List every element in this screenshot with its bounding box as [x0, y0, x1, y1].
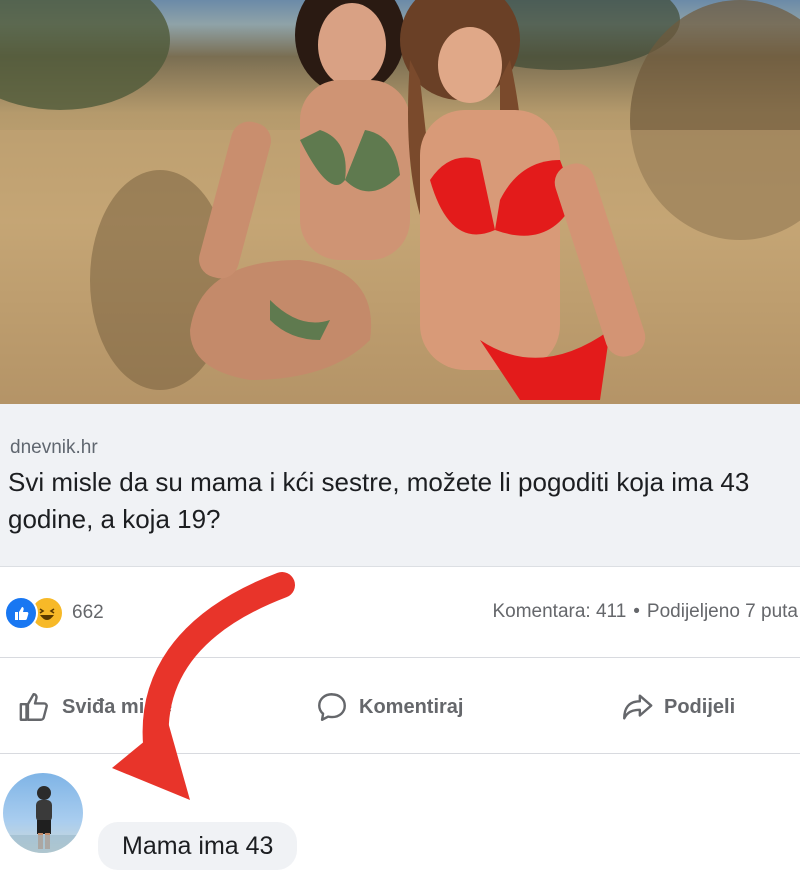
like-label: Sviđa mi se	[62, 695, 173, 718]
like-button[interactable]: Sviđa mi se	[18, 690, 172, 724]
comment-label: Komentiraj	[359, 695, 464, 718]
share-count[interactable]: Podijeljeno 7 puta	[647, 601, 798, 622]
reaction-count: 662	[72, 602, 104, 623]
post-stats-bar: 662 Komentara: 411 • Podijeljeno 7 puta	[0, 567, 800, 658]
photo-illustration	[0, 0, 800, 404]
share-button[interactable]: Podijeli	[620, 690, 735, 724]
thumbs-up-icon	[19, 693, 48, 721]
comment-bubble[interactable]: Mama ima 43	[98, 822, 298, 870]
post-actions-bar: Sviđa mi se Komentiraj Podijeli	[0, 658, 800, 754]
engagement-counts: Komentara: 411 • Podijeljeno 7 puta	[492, 601, 798, 623]
link-headline[interactable]: Svi misle da su mama i kći sestre, možet…	[8, 464, 798, 538]
comment-item: Mama ima 43	[0, 756, 800, 879]
speech-bubble-icon	[318, 693, 346, 721]
reactions-summary[interactable]: 662	[4, 596, 104, 630]
like-reaction-icon	[4, 596, 38, 630]
avatar-person-icon	[3, 786, 83, 853]
comment-button[interactable]: Komentiraj	[315, 690, 463, 724]
avatar[interactable]	[3, 773, 83, 853]
comment-text: Mama ima 43	[122, 831, 274, 860]
comment-count[interactable]: Komentara: 411	[492, 601, 626, 622]
post-photo[interactable]	[0, 0, 800, 404]
link-domain: dnevnik.hr	[10, 437, 98, 458]
link-preview-card[interactable]: dnevnik.hr Svi misle da su mama i kći se…	[0, 404, 800, 567]
separator-dot: •	[633, 601, 640, 622]
share-label: Podijeli	[664, 695, 736, 718]
share-arrow-icon	[623, 694, 653, 720]
